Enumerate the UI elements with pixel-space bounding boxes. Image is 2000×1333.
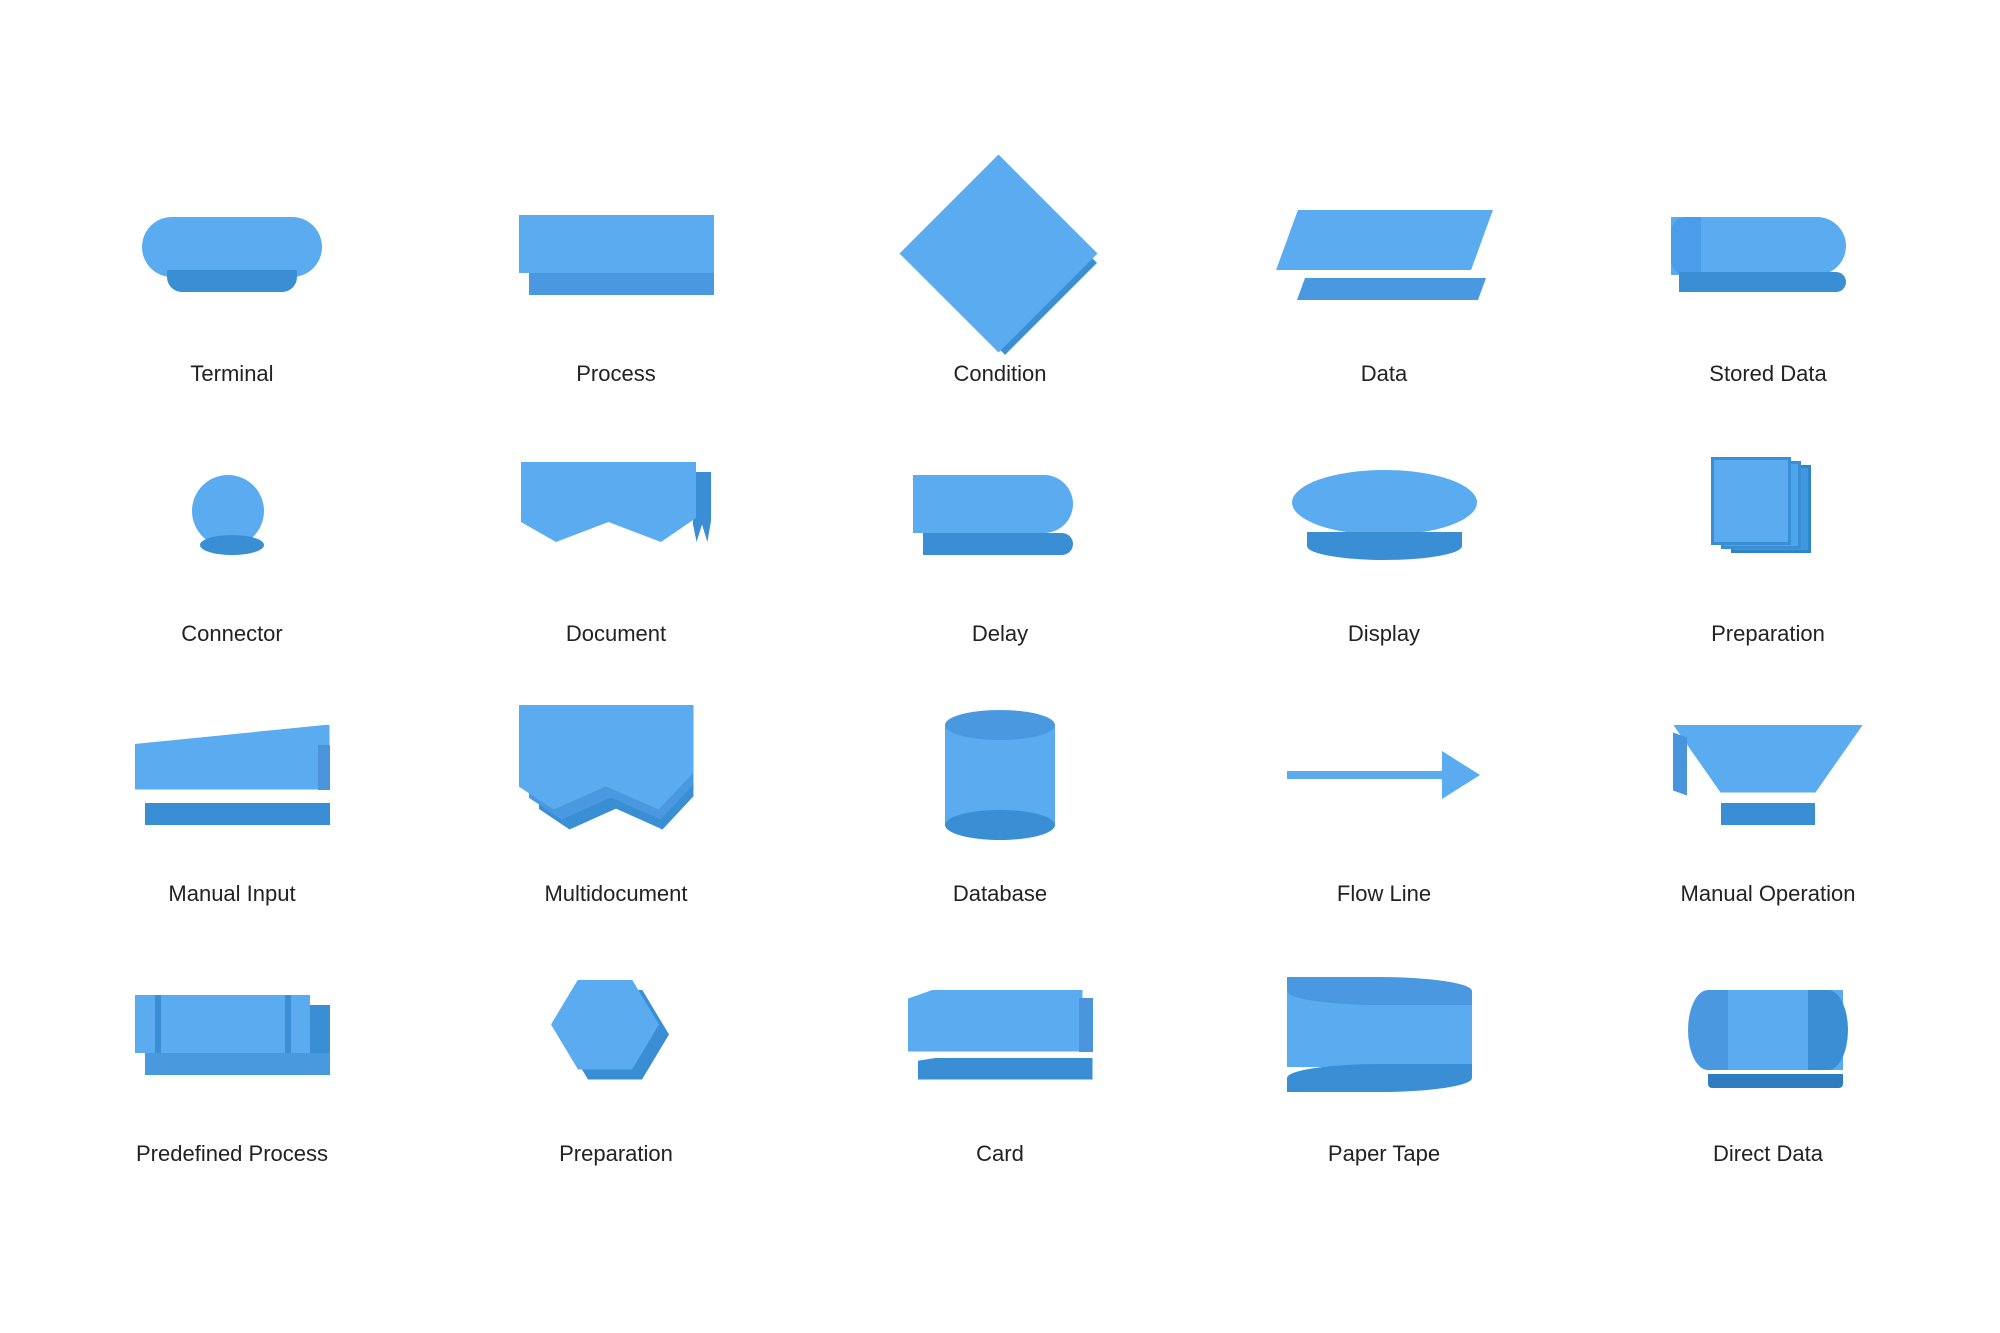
card-shape — [908, 990, 1093, 1080]
predefined-process-label: Predefined Process — [136, 1141, 328, 1167]
terminal-label: Terminal — [190, 361, 273, 387]
document-label: Document — [566, 621, 666, 647]
display-label: Display — [1348, 621, 1420, 647]
connector-label: Connector — [181, 621, 283, 647]
card-label: Card — [976, 1141, 1024, 1167]
cell-flow-line: Flow Line — [1192, 667, 1576, 927]
cell-terminal: Terminal — [40, 147, 424, 407]
cell-manual-operation: Manual Operation — [1576, 667, 1960, 927]
cell-database: Database — [808, 667, 1192, 927]
cell-preparation2: Preparation — [424, 927, 808, 1187]
display-shape — [1292, 470, 1477, 560]
predefined-process-shape — [135, 995, 330, 1075]
cell-manual-input: Manual Input — [40, 667, 424, 927]
cell-paper-tape: Paper Tape — [1192, 927, 1576, 1187]
flow-line-label: Flow Line — [1337, 881, 1431, 907]
preparation-shape — [1711, 457, 1826, 572]
shape-manual-operation-container — [1586, 687, 1950, 863]
delay-label: Delay — [972, 621, 1028, 647]
cell-predefined-process: Predefined Process — [40, 927, 424, 1187]
delay-shape — [913, 475, 1088, 555]
process-shape — [519, 215, 714, 295]
document-shape — [521, 462, 711, 567]
cell-preparation: Preparation — [1576, 407, 1960, 667]
manual-operation-shape — [1673, 725, 1863, 825]
connector-shape — [192, 475, 272, 555]
manual-input-shape — [135, 725, 330, 825]
shape-preparation-container — [1586, 427, 1950, 603]
preparation2-label: Preparation — [559, 1141, 673, 1167]
paper-tape-shape — [1287, 977, 1482, 1092]
shape-condition-container — [818, 167, 1182, 343]
shapes-grid: Terminal Process Condition Data — [0, 127, 2000, 1207]
direct-data-label: Direct Data — [1713, 1141, 1823, 1167]
paper-tape-label: Paper Tape — [1328, 1141, 1440, 1167]
cell-card: Card — [808, 927, 1192, 1187]
shape-connector-container — [50, 427, 414, 603]
preparation2-shape — [551, 980, 681, 1090]
condition-shape — [925, 180, 1075, 330]
terminal-shape — [142, 217, 322, 292]
shape-flow-line-container — [1202, 687, 1566, 863]
shape-delay-container — [818, 427, 1182, 603]
cell-connector: Connector — [40, 407, 424, 667]
data-shape — [1287, 210, 1482, 300]
shape-process-container — [434, 167, 798, 343]
cell-direct-data: Direct Data — [1576, 927, 1960, 1187]
data-label: Data — [1361, 361, 1407, 387]
cell-display: Display — [1192, 407, 1576, 667]
flow-line-shape — [1287, 750, 1482, 800]
preparation-label: Preparation — [1711, 621, 1825, 647]
shape-database-container — [818, 687, 1182, 863]
shape-terminal-container — [50, 167, 414, 343]
cell-condition: Condition — [808, 147, 1192, 407]
shape-manual-input-container — [50, 687, 414, 863]
cell-document: Document — [424, 407, 808, 667]
process-label: Process — [576, 361, 655, 387]
cell-process: Process — [424, 147, 808, 407]
direct-data-shape — [1688, 990, 1848, 1080]
cell-data: Data — [1192, 147, 1576, 407]
shape-preparation2-container — [434, 947, 798, 1123]
multidocument-label: Multidocument — [544, 881, 687, 907]
shape-direct-data-container — [1586, 947, 1950, 1123]
manual-input-label: Manual Input — [168, 881, 295, 907]
stored-data-label: Stored Data — [1709, 361, 1826, 387]
shape-card-container — [818, 947, 1182, 1123]
cell-delay: Delay — [808, 407, 1192, 667]
multidocument-shape — [519, 705, 714, 845]
database-label: Database — [953, 881, 1047, 907]
shape-display-container — [1202, 427, 1566, 603]
stored-data-shape — [1671, 217, 1866, 292]
database-shape — [945, 710, 1055, 840]
condition-label: Condition — [954, 361, 1047, 387]
shape-predefined-process-container — [50, 947, 414, 1123]
cell-stored-data: Stored Data — [1576, 147, 1960, 407]
shape-multidocument-container — [434, 687, 798, 863]
shape-data-container — [1202, 167, 1566, 343]
cell-multidocument: Multidocument — [424, 667, 808, 927]
manual-operation-label: Manual Operation — [1681, 881, 1856, 907]
shape-paper-tape-container — [1202, 947, 1566, 1123]
shape-document-container — [434, 427, 798, 603]
shape-stored-data-container — [1586, 167, 1950, 343]
